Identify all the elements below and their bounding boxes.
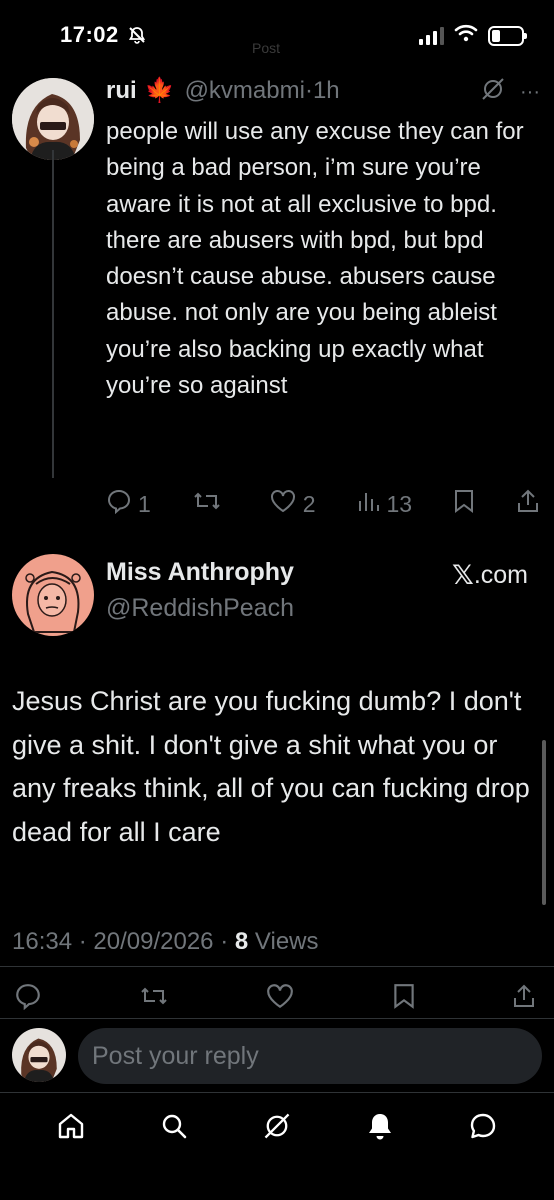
reply-count: 1 bbox=[138, 490, 151, 517]
scrollbar[interactable] bbox=[542, 740, 546, 905]
bell-slash-icon bbox=[128, 26, 146, 49]
reply-button[interactable]: 1 bbox=[106, 488, 151, 520]
share-icon bbox=[516, 488, 540, 520]
battery-level bbox=[492, 29, 500, 42]
main-display-name[interactable]: Miss Anthrophy bbox=[106, 558, 294, 587]
repost-icon[interactable] bbox=[139, 983, 169, 1014]
main-tweet-text: Jesus Christ are you fucking dumb? I don… bbox=[12, 686, 530, 847]
divider bbox=[0, 1092, 554, 1093]
repost-button[interactable] bbox=[192, 488, 228, 520]
reply-tweet-text: people will use any excuse they can for … bbox=[106, 118, 524, 400]
notifications-icon[interactable] bbox=[360, 1106, 400, 1146]
views-count: 13 bbox=[386, 490, 413, 517]
views-icon bbox=[356, 489, 380, 519]
battery-icon bbox=[488, 25, 527, 46]
share-button[interactable] bbox=[516, 488, 540, 520]
repost-icon bbox=[192, 488, 222, 520]
messages-icon[interactable] bbox=[463, 1106, 503, 1146]
view-count: 8 bbox=[234, 928, 249, 955]
reply-tweet-header: rui 🍁 @kvmabmi · 1h bbox=[106, 76, 340, 105]
search-icon[interactable] bbox=[154, 1106, 194, 1146]
signal-icon bbox=[419, 26, 444, 45]
thread-line bbox=[52, 150, 54, 478]
reply-input[interactable] bbox=[78, 1028, 542, 1084]
bookmark-button[interactable] bbox=[453, 488, 475, 520]
avatar bbox=[12, 1028, 66, 1082]
avatar[interactable] bbox=[12, 554, 94, 636]
x-com-domain: .com bbox=[473, 561, 528, 589]
main-tweet-actions bbox=[14, 982, 536, 1015]
x-com-link[interactable]: 𝕏 .com bbox=[452, 560, 528, 591]
reply-icon bbox=[106, 488, 132, 520]
reply-icon[interactable] bbox=[14, 982, 42, 1015]
views-button[interactable]: 13 bbox=[356, 489, 412, 519]
status-time: 17:02 bbox=[60, 22, 119, 47]
x-logo-icon: 𝕏 bbox=[452, 560, 474, 590]
wifi-icon bbox=[454, 24, 478, 47]
separator-dot: · bbox=[78, 928, 87, 955]
heart-icon bbox=[269, 488, 297, 520]
bottom-nav bbox=[0, 1096, 554, 1156]
home-icon[interactable] bbox=[51, 1106, 91, 1146]
divider bbox=[0, 966, 554, 967]
bookmark-icon bbox=[453, 488, 475, 520]
bookmark-icon[interactable] bbox=[392, 982, 416, 1015]
header-title-faded: Post bbox=[252, 40, 281, 56]
views-label: Views bbox=[254, 928, 319, 955]
tweet-date[interactable]: 20/09/2026 bbox=[93, 928, 213, 955]
grok-icon[interactable] bbox=[480, 76, 506, 108]
heart-icon[interactable] bbox=[265, 982, 295, 1015]
status-bar: 17:02 Post bbox=[0, 0, 554, 72]
maple-leaf-emoji: 🍁 bbox=[144, 77, 175, 104]
reply-handle[interactable]: @kvmabmi bbox=[185, 77, 305, 105]
reply-display-name[interactable]: rui bbox=[106, 77, 137, 105]
like-count: 2 bbox=[302, 490, 316, 517]
divider bbox=[0, 1018, 554, 1019]
reply-tweet-actions: 1 2 13 bbox=[106, 488, 540, 520]
share-icon[interactable] bbox=[512, 982, 536, 1015]
grok-icon[interactable] bbox=[257, 1106, 297, 1146]
separator-dot: · bbox=[220, 928, 229, 955]
avatar[interactable] bbox=[12, 78, 94, 160]
reply-time[interactable]: 1h bbox=[313, 77, 340, 105]
tweet-time[interactable]: 16:34 bbox=[12, 928, 72, 955]
main-handle[interactable]: @ReddishPeach bbox=[106, 594, 294, 623]
separator-dot: · bbox=[304, 76, 313, 104]
tweet-meta: 16:34 · 20/09/2026 · 8 Views bbox=[12, 928, 319, 956]
like-button[interactable]: 2 bbox=[269, 488, 316, 520]
more-options-icon[interactable]: ··· bbox=[520, 81, 540, 104]
